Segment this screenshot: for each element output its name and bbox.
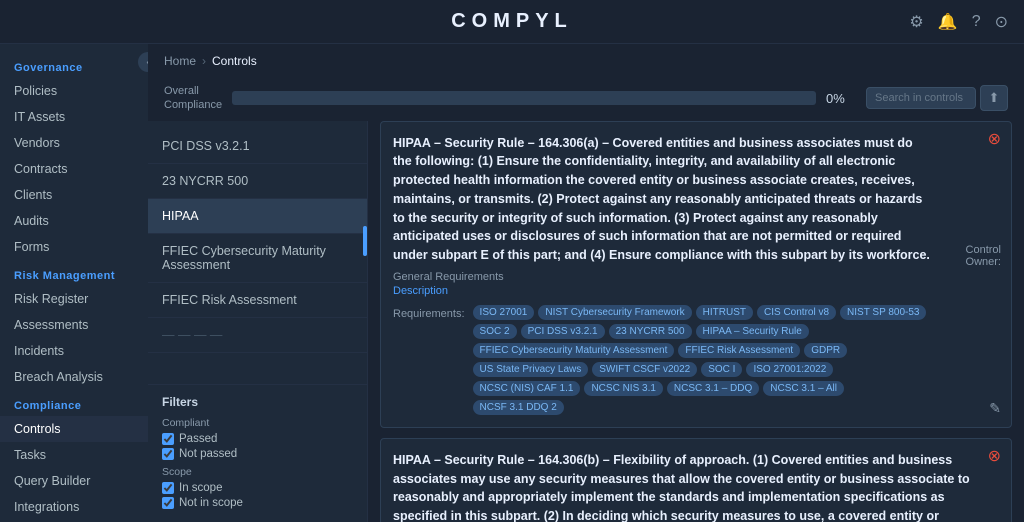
main-layout: ‹ Governance Policies IT Assets Vendors …: [0, 44, 1024, 522]
sidebar-item-breach-analysis[interactable]: Breach Analysis: [0, 364, 148, 390]
control-title-1: HIPAA – Security Rule – 164.306(a) – Cov…: [393, 134, 931, 265]
logo: COMPYL: [451, 10, 573, 33]
two-column-layout: PCI DSS v3.2.1 23 NYCRR 500 HIPAA FFIEC …: [148, 121, 1024, 522]
sidebar-item-audits[interactable]: Audits: [0, 208, 148, 234]
sidebar-item-policies[interactable]: Policies: [0, 78, 148, 104]
filter-passed-checkbox[interactable]: [162, 433, 174, 445]
tag[interactable]: GDPR: [804, 343, 847, 358]
tag[interactable]: SOC 2: [473, 324, 517, 339]
compliance-percent: 0%: [826, 91, 856, 106]
tag[interactable]: NCSC (NIS) CAF 1.1: [473, 381, 581, 396]
req-label-1: Requirements:: [393, 308, 465, 320]
filter-not-passed[interactable]: Not passed: [162, 448, 353, 460]
sidebar-item-forms[interactable]: Forms: [0, 234, 148, 260]
tag[interactable]: SOC I: [701, 362, 742, 377]
sidebar-item-risk-register[interactable]: Risk Register: [0, 286, 148, 312]
compliance-bar: Overall Compliance 0% ⬆: [148, 78, 1024, 121]
breadcrumb: Home › Controls: [148, 44, 1024, 78]
framework-item-pci[interactable]: PCI DSS v3.2.1: [148, 129, 367, 164]
sidebar-item-integrations[interactable]: Integrations: [0, 494, 148, 520]
sidebar-item-incidents[interactable]: Incidents: [0, 338, 148, 364]
top-header: COMPYL ⚙ 🔔 ? ⊙: [0, 0, 1024, 44]
header-icons: ⚙ 🔔 ? ⊙: [909, 12, 1008, 32]
breadcrumb-home[interactable]: Home: [164, 54, 196, 68]
control-close-button-1[interactable]: ⊗: [988, 132, 1001, 148]
tag[interactable]: FFIEC Risk Assessment: [678, 343, 800, 358]
tag[interactable]: 23 NYCRR 500: [609, 324, 692, 339]
compliance-progress-track: [232, 91, 816, 105]
tag[interactable]: CIS Control v8: [757, 305, 836, 320]
tag[interactable]: NIST SP 800-53: [840, 305, 926, 320]
filter-in-scope[interactable]: In scope: [162, 482, 353, 494]
control-title-2: HIPAA – Security Rule – 164.306(b) – Fle…: [393, 451, 975, 522]
tag[interactable]: ISO 27001:2022: [746, 362, 833, 377]
sidebar-item-clients[interactable]: Clients: [0, 182, 148, 208]
tag[interactable]: PCI DSS v3.2.1: [521, 324, 605, 339]
breadcrumb-current: Controls: [212, 54, 257, 68]
tag[interactable]: HITRUST: [696, 305, 753, 320]
control-card-1: HIPAA – Security Rule – 164.306(a) – Cov…: [380, 121, 1012, 428]
tag[interactable]: NCSC NIS 3.1: [584, 381, 662, 396]
sidebar-section-risk: Risk Management: [0, 260, 148, 286]
tag[interactable]: HIPAA – Security Rule: [696, 324, 809, 339]
control-meta-1: General Requirements: [393, 271, 931, 283]
control-owner-label-1: ControlOwner:: [966, 244, 1001, 268]
breadcrumb-separator: ›: [202, 54, 206, 68]
framework-item-23nycrr[interactable]: 23 NYCRR 500: [148, 164, 367, 199]
compliance-label: Overall Compliance: [164, 84, 222, 113]
control-card-2: HIPAA – Security Rule – 164.306(b) – Fle…: [380, 438, 1012, 522]
sidebar-item-vendors[interactable]: Vendors: [0, 130, 148, 156]
filter-not-passed-checkbox[interactable]: [162, 448, 174, 460]
framework-item-hipaa[interactable]: HIPAA: [148, 199, 367, 234]
filter-passed[interactable]: Passed: [162, 433, 353, 445]
help-icon[interactable]: ?: [972, 13, 981, 31]
tag[interactable]: NCSF 3.1 DDQ 2: [473, 400, 564, 415]
filter-not-in-scope-checkbox[interactable]: [162, 497, 174, 509]
search-input[interactable]: [866, 87, 976, 109]
export-button[interactable]: ⬆: [980, 85, 1008, 111]
sidebar-item-controls[interactable]: Controls: [0, 416, 148, 442]
tag[interactable]: NIST Cybersecurity Framework: [538, 305, 691, 320]
right-panel: HIPAA – Security Rule – 164.306(a) – Cov…: [368, 121, 1024, 522]
requirements-row-1: Requirements: ISO 27001 NIST Cybersecuri…: [393, 305, 931, 415]
framework-item-ffiec-cyber[interactable]: FFIEC Cybersecurity Maturity Assessment: [148, 234, 367, 283]
sidebar-section-compliance: Compliance: [0, 390, 148, 416]
control-edit-button-1[interactable]: ✎: [989, 400, 1001, 417]
filter-in-scope-checkbox[interactable]: [162, 482, 174, 494]
left-panel: PCI DSS v3.2.1 23 NYCRR 500 HIPAA FFIEC …: [148, 121, 368, 522]
sidebar-section-governance: Governance: [0, 52, 148, 78]
tag[interactable]: ISO 27001: [473, 305, 535, 320]
sidebar-item-contracts[interactable]: Contracts: [0, 156, 148, 182]
sidebar: ‹ Governance Policies IT Assets Vendors …: [0, 44, 148, 522]
content-area: Home › Controls Overall Compliance 0% ⬆: [148, 44, 1024, 522]
tags-wrap-1: ISO 27001 NIST Cybersecurity Framework H…: [473, 305, 931, 415]
settings-icon[interactable]: ⚙: [909, 12, 923, 32]
sidebar-item-query-builder[interactable]: Query Builder: [0, 468, 148, 494]
sidebar-item-assessments[interactable]: Assessments: [0, 312, 148, 338]
notification-icon[interactable]: 🔔: [938, 12, 958, 32]
tag[interactable]: NCSC 3.1 – All: [763, 381, 844, 396]
filters-title: Filters: [162, 395, 353, 409]
user-icon[interactable]: ⊙: [995, 12, 1008, 32]
compliant-label: Compliant: [162, 417, 353, 429]
tag[interactable]: US State Privacy Laws: [473, 362, 589, 377]
scroll-indicator: [363, 226, 367, 256]
sidebar-item-tasks[interactable]: Tasks: [0, 442, 148, 468]
tag[interactable]: SWIFT CSCF v2022: [592, 362, 697, 377]
control-desc-label-1: Description: [393, 285, 931, 297]
framework-item-ffiec-risk[interactable]: FFIEC Risk Assessment: [148, 283, 367, 318]
sidebar-item-it-assets[interactable]: IT Assets: [0, 104, 148, 130]
framework-item-other[interactable]: — — — —: [148, 318, 367, 353]
tag[interactable]: FFIEC Cybersecurity Maturity Assessment: [473, 343, 675, 358]
scope-label: Scope: [162, 466, 353, 478]
framework-list: PCI DSS v3.2.1 23 NYCRR 500 HIPAA FFIEC …: [148, 121, 367, 384]
filters-section: Filters Compliant Passed Not passed Scop…: [148, 384, 367, 522]
control-close-button-2[interactable]: ⊗: [988, 449, 1001, 465]
search-controls: ⬆: [866, 85, 1008, 111]
filter-not-in-scope[interactable]: Not in scope: [162, 497, 353, 509]
tag[interactable]: NCSC 3.1 – DDQ: [667, 381, 759, 396]
